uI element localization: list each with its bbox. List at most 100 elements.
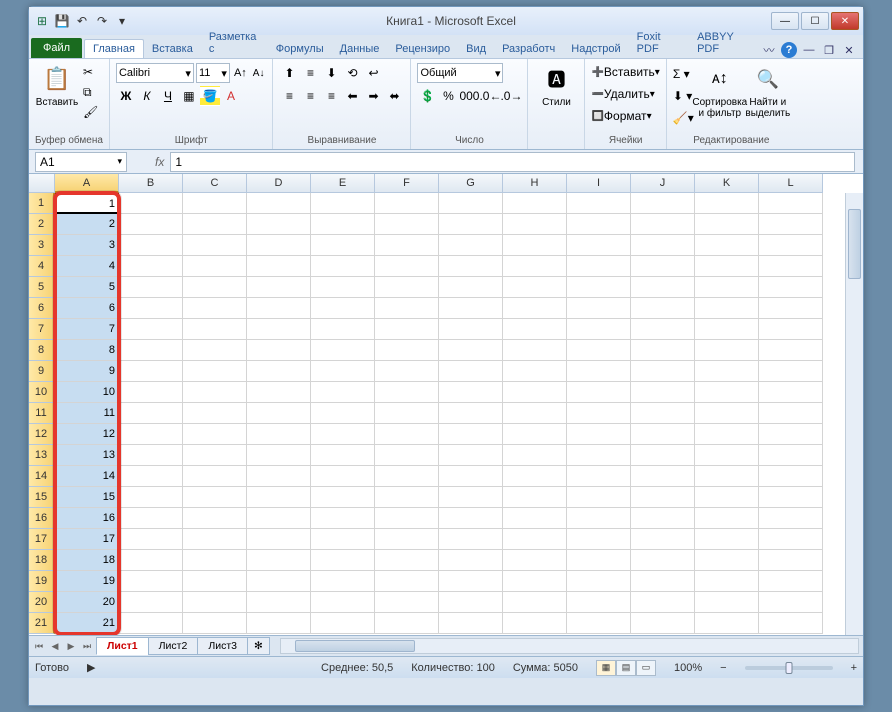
cell[interactable] xyxy=(631,613,695,634)
tab-file[interactable]: Файл xyxy=(31,38,82,58)
sheet-tab-1[interactable]: Лист1 xyxy=(96,637,149,655)
cell[interactable] xyxy=(183,382,247,403)
name-box[interactable]: A1▾ xyxy=(35,152,127,172)
copy-icon[interactable]: ⧉ xyxy=(83,83,98,101)
cell[interactable] xyxy=(311,193,375,214)
view-layout-icon[interactable]: ▤ xyxy=(616,660,636,676)
cut-icon[interactable]: ✂ xyxy=(83,63,98,81)
cell[interactable] xyxy=(119,613,183,634)
cell[interactable] xyxy=(503,571,567,592)
cell[interactable] xyxy=(503,508,567,529)
sort-filter-button[interactable]: ᴀ↕ Сортировка и фильтр xyxy=(698,63,742,119)
cell[interactable] xyxy=(567,466,631,487)
cell[interactable] xyxy=(183,592,247,613)
cell[interactable] xyxy=(311,424,375,445)
cell[interactable] xyxy=(119,403,183,424)
cell[interactable] xyxy=(247,361,311,382)
cell[interactable]: 9 xyxy=(55,361,119,382)
sheet-nav-prev-icon[interactable]: ◀ xyxy=(47,638,63,654)
row-header[interactable]: 11 xyxy=(29,403,55,424)
cell[interactable] xyxy=(695,277,759,298)
cell[interactable] xyxy=(439,613,503,634)
cell[interactable] xyxy=(375,445,439,466)
clear-icon[interactable]: 🧹▾ xyxy=(673,109,694,127)
cell[interactable] xyxy=(759,592,823,613)
cell[interactable] xyxy=(247,382,311,403)
col-header-L[interactable]: L xyxy=(759,174,823,193)
cell[interactable] xyxy=(375,193,439,214)
row-header[interactable]: 2 xyxy=(29,214,55,235)
cell[interactable] xyxy=(311,613,375,634)
cell[interactable] xyxy=(503,445,567,466)
select-all-corner[interactable] xyxy=(29,174,55,193)
row-header[interactable]: 1 xyxy=(29,193,55,214)
align-center-icon[interactable]: ≡ xyxy=(300,86,320,106)
cell[interactable] xyxy=(375,340,439,361)
styles-button[interactable]: 🅰 Стили xyxy=(534,63,578,108)
cell[interactable] xyxy=(439,508,503,529)
cell[interactable] xyxy=(567,193,631,214)
cell[interactable] xyxy=(759,571,823,592)
cell[interactable] xyxy=(567,214,631,235)
cell[interactable]: 16 xyxy=(55,508,119,529)
cell[interactable]: 8 xyxy=(55,340,119,361)
cell[interactable] xyxy=(695,466,759,487)
cell[interactable] xyxy=(311,508,375,529)
underline-button[interactable]: Ч xyxy=(158,86,178,106)
cell[interactable] xyxy=(759,487,823,508)
cell[interactable] xyxy=(375,571,439,592)
cell[interactable] xyxy=(119,298,183,319)
currency-icon[interactable]: 💲 xyxy=(417,86,437,106)
cell[interactable] xyxy=(439,235,503,256)
cell[interactable] xyxy=(375,256,439,277)
cell[interactable] xyxy=(119,361,183,382)
cell[interactable] xyxy=(119,571,183,592)
cell[interactable] xyxy=(503,592,567,613)
doc-close-icon[interactable]: ✕ xyxy=(841,42,857,58)
scroll-thumb[interactable] xyxy=(848,209,861,279)
cell[interactable] xyxy=(247,592,311,613)
align-top-icon[interactable]: ⬆ xyxy=(279,63,299,83)
cell[interactable] xyxy=(567,235,631,256)
cell[interactable] xyxy=(311,214,375,235)
cell[interactable] xyxy=(183,277,247,298)
cell[interactable] xyxy=(503,319,567,340)
cell[interactable] xyxy=(119,319,183,340)
cell[interactable] xyxy=(631,382,695,403)
zoom-slider[interactable] xyxy=(745,666,833,670)
tab-formulas[interactable]: Формулы xyxy=(268,40,332,58)
cell[interactable]: 4 xyxy=(55,256,119,277)
shrink-font-icon[interactable]: A↓ xyxy=(251,68,267,79)
bold-button[interactable]: Ж xyxy=(116,86,136,106)
cell[interactable] xyxy=(759,613,823,634)
cell[interactable] xyxy=(695,445,759,466)
cell[interactable] xyxy=(695,613,759,634)
cell[interactable] xyxy=(247,340,311,361)
cell[interactable] xyxy=(695,550,759,571)
horizontal-scrollbar[interactable] xyxy=(280,638,859,654)
cell[interactable] xyxy=(631,592,695,613)
cell[interactable] xyxy=(375,424,439,445)
cell[interactable] xyxy=(567,592,631,613)
cell[interactable] xyxy=(119,340,183,361)
cell[interactable] xyxy=(695,235,759,256)
comma-icon[interactable]: 000 xyxy=(459,86,479,106)
col-header-C[interactable]: C xyxy=(183,174,247,193)
cell[interactable] xyxy=(439,487,503,508)
indent-inc-icon[interactable]: ➡ xyxy=(363,86,383,106)
grow-font-icon[interactable]: A↑ xyxy=(232,67,249,79)
cell[interactable] xyxy=(119,550,183,571)
cell[interactable] xyxy=(247,403,311,424)
cell[interactable] xyxy=(503,340,567,361)
cell[interactable] xyxy=(567,319,631,340)
cell[interactable] xyxy=(759,319,823,340)
cell[interactable] xyxy=(503,277,567,298)
cell[interactable] xyxy=(119,424,183,445)
cell[interactable] xyxy=(119,193,183,214)
wrap-text-icon[interactable]: ↩ xyxy=(363,63,383,83)
cell[interactable] xyxy=(247,298,311,319)
cell[interactable] xyxy=(439,277,503,298)
cell[interactable] xyxy=(695,592,759,613)
cell[interactable] xyxy=(567,529,631,550)
cell[interactable] xyxy=(247,424,311,445)
